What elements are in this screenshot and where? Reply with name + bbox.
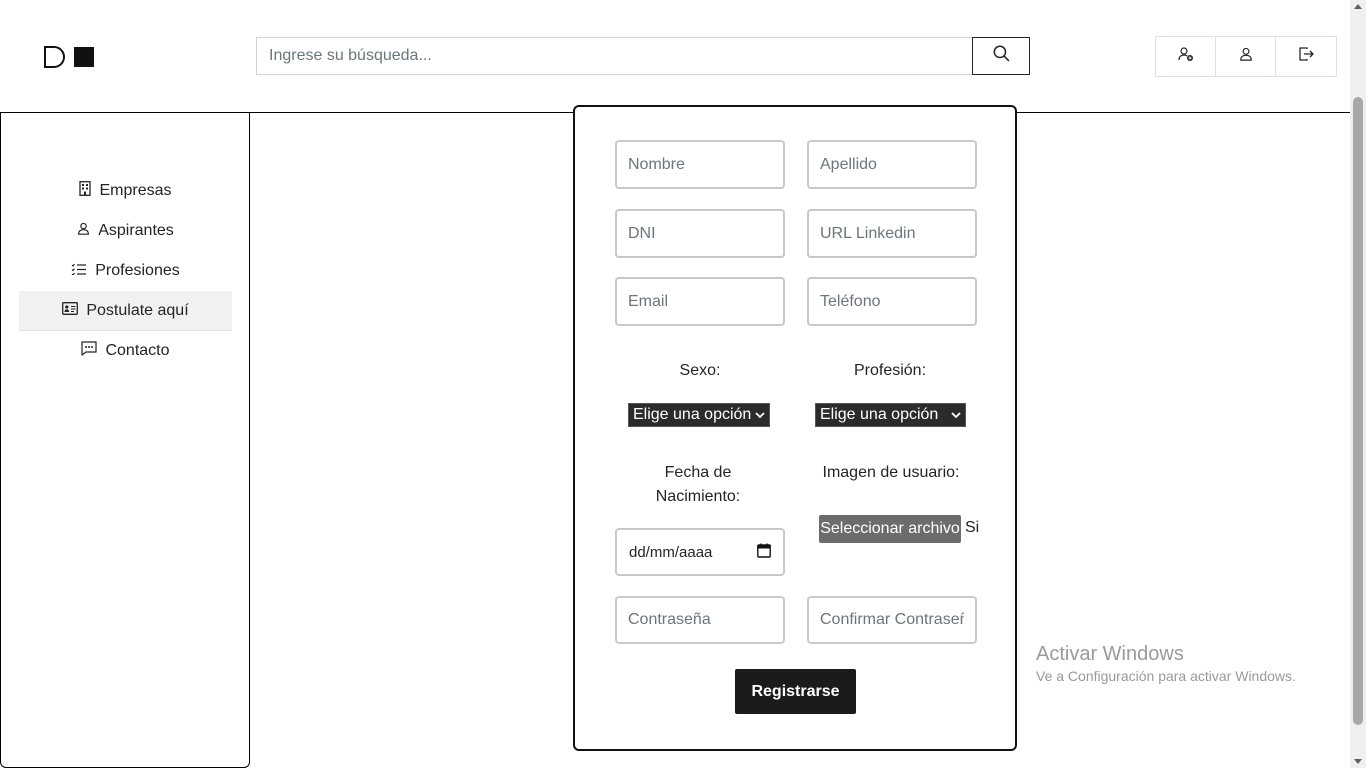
- sexo-label: Sexo:: [679, 362, 721, 379]
- profesion-select[interactable]: Elige una opción: [815, 403, 966, 427]
- sidebar-item-label: Contacto: [105, 342, 170, 359]
- sidebar-item-label: Postulate aquí: [86, 301, 189, 319]
- chat-icon: [81, 341, 98, 361]
- header: [0, 0, 1350, 113]
- calendar-icon[interactable]: [757, 543, 771, 562]
- confirm-password-field[interactable]: [807, 596, 977, 644]
- sidebar-item-aspirantes[interactable]: Aspirantes: [19, 211, 232, 251]
- search-bar: [256, 37, 1030, 75]
- sidebar-item-label: Empresas: [99, 182, 172, 199]
- profesion-select-value: Elige una opción: [820, 406, 939, 423]
- dni-field[interactable]: [615, 209, 785, 258]
- sidebar-item-label: Aspirantes: [98, 222, 174, 239]
- fecha-value: dd/mm/aaaa: [629, 543, 713, 561]
- fecha-nacimiento-field[interactable]: dd/mm/aaaa: [615, 528, 785, 576]
- watermark-title: Activar Windows: [1036, 643, 1184, 665]
- imagen-label: Imagen de usuario:: [822, 464, 960, 481]
- chevron-down-icon: [755, 406, 765, 424]
- scroll-up-icon[interactable]: [1354, 4, 1362, 9]
- profesion-label: Profesión:: [853, 362, 927, 379]
- logo[interactable]: [44, 46, 96, 68]
- scroll-thumb[interactable]: [1353, 97, 1363, 725]
- fecha-label: Fecha de Nacimiento:: [655, 464, 741, 505]
- sexo-select-value: Elige una opción: [633, 406, 752, 423]
- user-icon: [1239, 47, 1253, 66]
- telefono-field[interactable]: [807, 277, 977, 326]
- select-file-button[interactable]: Seleccionar archivo: [819, 515, 961, 543]
- search-icon: [993, 45, 1010, 67]
- sexo-select[interactable]: Elige una opción: [628, 403, 770, 427]
- register-user-button[interactable]: [1156, 37, 1216, 76]
- list-icon: [71, 262, 87, 280]
- scroll-down-icon[interactable]: [1354, 759, 1362, 764]
- person-icon: [77, 222, 90, 240]
- user-actions: [1155, 36, 1337, 77]
- sidebar: Empresas Aspirantes Profesiones Postulat…: [0, 113, 250, 768]
- linkedin-field[interactable]: [807, 209, 977, 258]
- nombre-field[interactable]: [615, 140, 785, 189]
- search-input[interactable]: [256, 37, 972, 75]
- registration-form: Sexo: Profesión: Elige una opción Elige …: [573, 105, 1017, 751]
- sidebar-item-contacto[interactable]: Contacto: [19, 331, 232, 371]
- building-icon: [79, 181, 92, 201]
- sidebar-item-postulate[interactable]: Postulate aquí: [19, 291, 232, 331]
- file-status-text: Si: [965, 519, 980, 536]
- apellido-field[interactable]: [807, 140, 977, 189]
- vertical-scrollbar[interactable]: [1350, 0, 1366, 768]
- search-button[interactable]: [972, 37, 1030, 75]
- profile-button[interactable]: [1216, 37, 1276, 76]
- sidebar-item-label: Profesiones: [95, 262, 180, 279]
- sidebar-item-empresas[interactable]: Empresas: [19, 171, 232, 211]
- id-card-icon: [62, 301, 79, 320]
- register-user-icon: [1177, 46, 1194, 67]
- logout-icon: [1298, 46, 1314, 67]
- sidebar-nav: Empresas Aspirantes Profesiones Postulat…: [19, 171, 232, 371]
- watermark-subtitle: Ve a Configuración para activar Windows.: [1036, 668, 1296, 684]
- windows-activation-watermark: Activar Windows Ve a Configuración para …: [1036, 643, 1296, 684]
- chevron-down-icon: [951, 406, 961, 424]
- sidebar-item-profesiones[interactable]: Profesiones: [19, 251, 232, 291]
- email-field[interactable]: [615, 277, 785, 326]
- password-field[interactable]: [615, 596, 785, 644]
- logout-button[interactable]: [1276, 37, 1336, 76]
- register-button[interactable]: Registrarse: [735, 669, 856, 714]
